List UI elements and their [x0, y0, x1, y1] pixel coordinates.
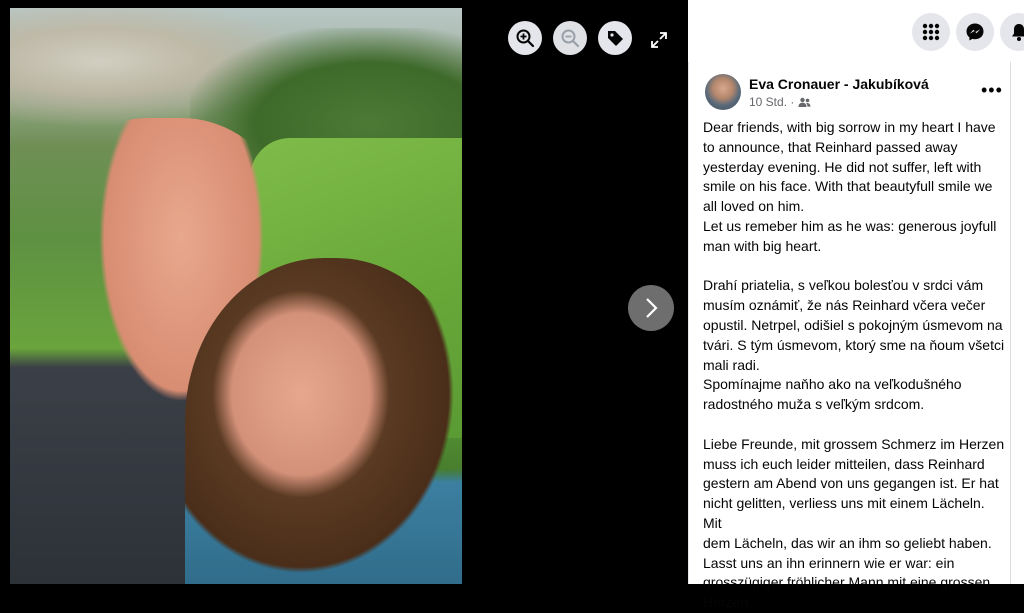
friends-audience-icon	[798, 97, 811, 107]
post-text-line: Herzen.	[703, 594, 753, 611]
post-text-line: grosszügiger fröhlicher Mann mit eine gr…	[703, 574, 991, 591]
photo-person-woman	[185, 258, 462, 584]
post-text-line: Drahí priatelia, s veľkou bolesťou v srd…	[703, 277, 984, 294]
tag-photo-button[interactable]	[598, 21, 632, 55]
bell-icon	[1012, 24, 1024, 41]
post-text-line: musím oznámiť, že nás Reinhard včera več…	[703, 297, 986, 314]
fullscreen-icon	[651, 32, 667, 48]
post-text-line: Dear friends, with big sorrow in my hear…	[703, 119, 996, 135]
post-text-line: Liebe Freunde, mit grossem Schmerz im He…	[703, 435, 1005, 452]
author-name[interactable]: Eva Cronauer - Jakubíková	[749, 76, 929, 92]
post-text-line: tvári. S tým úsmevom, ktorý sme na ňoum …	[703, 336, 1005, 353]
zoom-out-icon	[561, 29, 580, 48]
fullscreen-button[interactable]	[646, 27, 672, 53]
tag-icon	[608, 31, 623, 46]
post-text-line: Lasst uns an ihn erinnern wie er war: ei…	[703, 554, 955, 571]
post-text-line: muss ich euch leider mitteilen, dass Rei…	[703, 455, 985, 472]
post-text-line: to announce, that Reinhard passed away	[703, 138, 958, 155]
post-text-line: mali radi.	[703, 356, 760, 373]
post-text-line: opustil. Netrpel, odišiel s pokojným úsm…	[703, 316, 1003, 333]
zoom-out-button[interactable]	[553, 21, 587, 55]
next-photo-button[interactable]	[628, 285, 674, 331]
post-text-line: gestern am Abend von uns gegangen ist. E…	[703, 475, 999, 492]
post-text-line: man with big heart.	[703, 237, 822, 254]
post-meta: 10 Std. ·	[749, 95, 811, 109]
ellipsis-icon: •••	[981, 80, 1003, 100]
post-text-line: dem Lächeln, das wir an ihm so geliebt h…	[703, 534, 992, 551]
notifications-button[interactable]	[1000, 13, 1024, 51]
post-photo[interactable]	[10, 8, 462, 584]
post: Eva Cronauer - Jakubíková 10 Std. · ••• …	[689, 62, 1011, 610]
post-text-line: Let us remeber him as he was: generous j…	[703, 217, 997, 234]
top-navigation-bar	[688, 0, 1024, 63]
post-text-line: yesterday evening. He did not suffer, le…	[703, 158, 982, 175]
post-text-line: nicht gelitten, verliess uns mit einem L…	[703, 495, 985, 531]
author-avatar[interactable]	[705, 74, 741, 110]
post-text-line: smile on his face. With that beautyfull …	[703, 178, 993, 195]
photo-viewer	[0, 0, 688, 584]
grid-menu-icon	[922, 23, 940, 41]
post-timestamp[interactable]: 10 Std. ·	[749, 95, 794, 109]
post-side-panel: Eva Cronauer - Jakubíková 10 Std. · ••• …	[688, 62, 1024, 610]
chevron-right-icon	[646, 298, 658, 318]
post-options-button[interactable]: •••	[981, 80, 1003, 101]
messenger-icon	[966, 23, 984, 41]
post-text-line: radostného muža s veľkým srdcom.	[703, 396, 925, 413]
messenger-button[interactable]	[956, 13, 994, 51]
menu-button[interactable]	[912, 13, 950, 51]
zoom-in-button[interactable]	[508, 21, 542, 55]
post-text: Dear friends, with big sorrow in my hear…	[703, 118, 1007, 613]
post-text-line: Spomínajme naňho ako na veľkodušného	[703, 376, 962, 393]
zoom-in-icon	[516, 29, 535, 48]
post-text-line: all loved on him.	[703, 198, 805, 215]
